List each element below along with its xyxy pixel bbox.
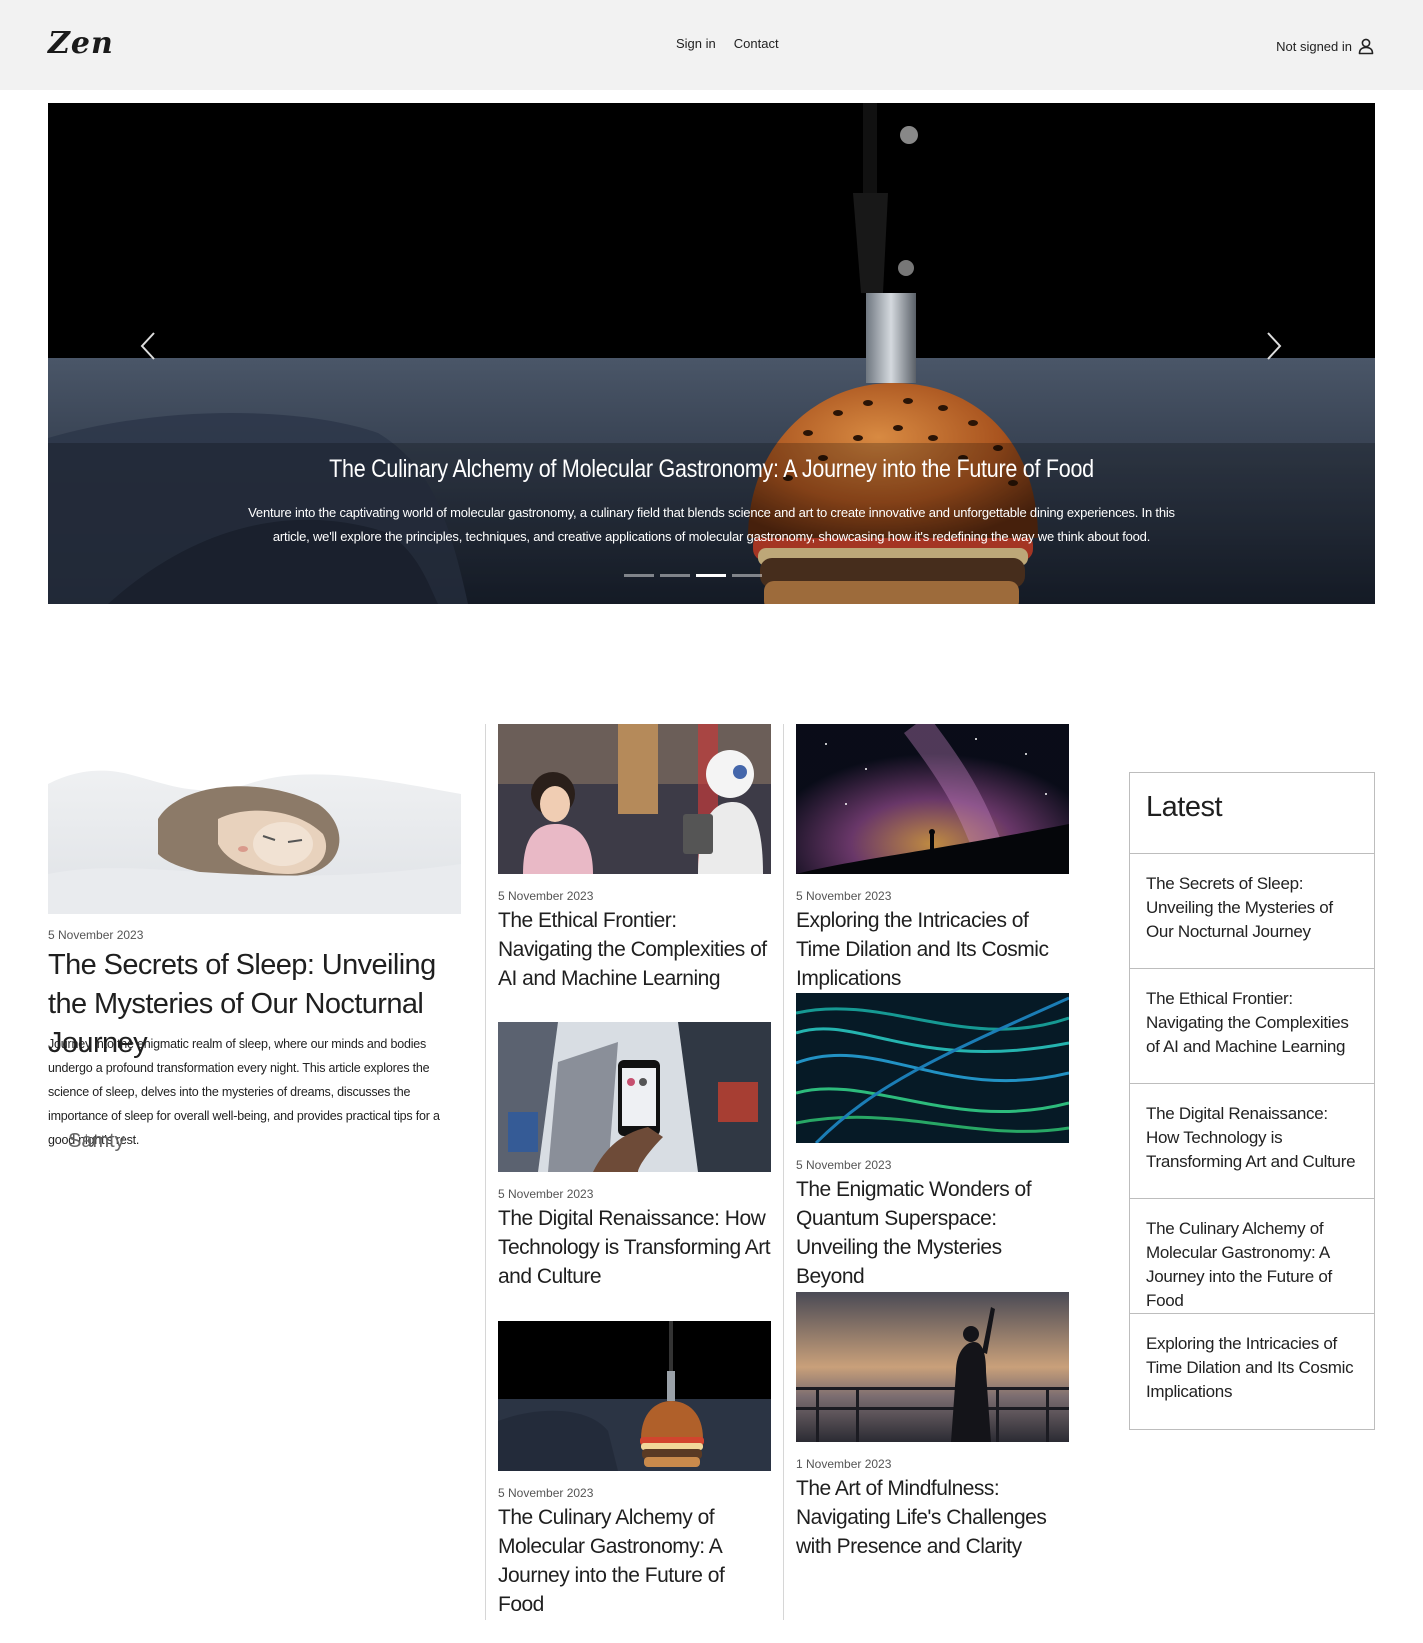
card-title[interactable]: The Culinary Alchemy of Molecular Gastro… — [498, 1503, 771, 1619]
card-date: 5 November 2023 — [796, 889, 892, 903]
article-card[interactable]: 5 November 2023 The Enigmatic Wonders of… — [796, 993, 1069, 1291]
card-date: 5 November 2023 — [498, 889, 594, 903]
carousel-indicator[interactable] — [660, 574, 690, 577]
card-image-smartphone-city[interactable] — [498, 1022, 771, 1172]
card-date: 5 November 2023 — [796, 1158, 892, 1172]
site-logo[interactable]: Zen — [48, 26, 114, 61]
card-date: 5 November 2023 — [498, 1486, 594, 1500]
column-divider — [485, 724, 486, 1620]
card-image-girl-and-robot[interactable] — [498, 724, 771, 874]
sidebar-item[interactable]: The Digital Renaissance: How Technology … — [1130, 1084, 1374, 1199]
card-image-milky-way[interactable] — [796, 724, 1069, 874]
card-date: 1 November 2023 — [796, 1457, 892, 1471]
carousel-next-button[interactable] — [1254, 321, 1294, 371]
chevron-left-icon — [140, 332, 155, 360]
hero-description: Venture into the captivating world of mo… — [248, 505, 1175, 544]
card-title[interactable]: The Enigmatic Wonders of Quantum Supersp… — [796, 1175, 1069, 1291]
feature-image-sleeping-cat[interactable] — [48, 724, 461, 914]
card-title[interactable]: The Ethical Frontier: Navigating the Com… — [498, 906, 771, 993]
latest-sidebar: Latest The Secrets of Sleep: Unveiling t… — [1129, 772, 1375, 1430]
card-image-burger-knife[interactable] — [498, 1321, 771, 1471]
card-title[interactable]: The Art of Mindfulness: Navigating Life'… — [796, 1474, 1069, 1561]
hero-carousel[interactable]: The Culinary Alchemy of Molecular Gastro… — [48, 103, 1375, 604]
column-divider — [783, 724, 784, 1620]
nav-contact[interactable]: Contact — [734, 36, 779, 51]
carousel-indicator[interactable] — [624, 574, 654, 577]
feature-date: 5 November 2023 — [48, 928, 144, 942]
card-title[interactable]: The Digital Renaissance: How Technology … — [498, 1204, 771, 1291]
sidebar-item[interactable]: Exploring the Intricacies of Time Dilati… — [1130, 1314, 1374, 1429]
person-icon — [1358, 38, 1374, 55]
article-card[interactable]: 5 November 2023 The Digital Renaissance:… — [498, 1022, 771, 1291]
nav-sign-in[interactable]: Sign in — [676, 36, 716, 51]
main-nav: Sign in Contact — [676, 36, 779, 51]
card-image-quantum-light[interactable] — [796, 993, 1069, 1143]
carousel-indicators — [624, 574, 762, 577]
article-card[interactable]: 5 November 2023 The Culinary Alchemy of … — [498, 1321, 771, 1619]
article-card[interactable]: 5 November 2023 The Ethical Frontier: Na… — [498, 724, 771, 993]
site-header: Zen Sign in Contact Not signed in — [0, 0, 1423, 90]
chevron-right-icon — [1267, 332, 1282, 360]
article-card[interactable]: 5 November 2023 Exploring the Intricacie… — [796, 724, 1069, 993]
article-card[interactable]: 1 November 2023 The Art of Mindfulness: … — [796, 1292, 1069, 1561]
signin-status-text: Not signed in — [1276, 38, 1352, 54]
account-status[interactable]: Not signed in — [1276, 37, 1375, 55]
sidebar-item[interactable]: The Culinary Alchemy of Molecular Gastro… — [1130, 1199, 1374, 1314]
carousel-indicator[interactable] — [732, 574, 762, 577]
card-image-sunset-silhouette[interactable] — [796, 1292, 1069, 1442]
hero-title[interactable]: The Culinary Alchemy of Molecular Gastro… — [141, 455, 1282, 484]
sidebar-item[interactable]: The Secrets of Sleep: Unveiling the Myst… — [1130, 854, 1374, 969]
sidebar-item[interactable]: The Ethical Frontier: Navigating the Com… — [1130, 969, 1374, 1084]
card-date: 5 November 2023 — [498, 1187, 594, 1201]
carousel-indicator-active[interactable] — [696, 574, 726, 577]
carousel-prev-button[interactable] — [128, 321, 168, 371]
card-title[interactable]: Exploring the Intricacies of Time Dilati… — [796, 906, 1069, 993]
sidebar-heading: Latest — [1130, 773, 1374, 854]
feature-author[interactable]: Samty — [68, 1130, 125, 1153]
